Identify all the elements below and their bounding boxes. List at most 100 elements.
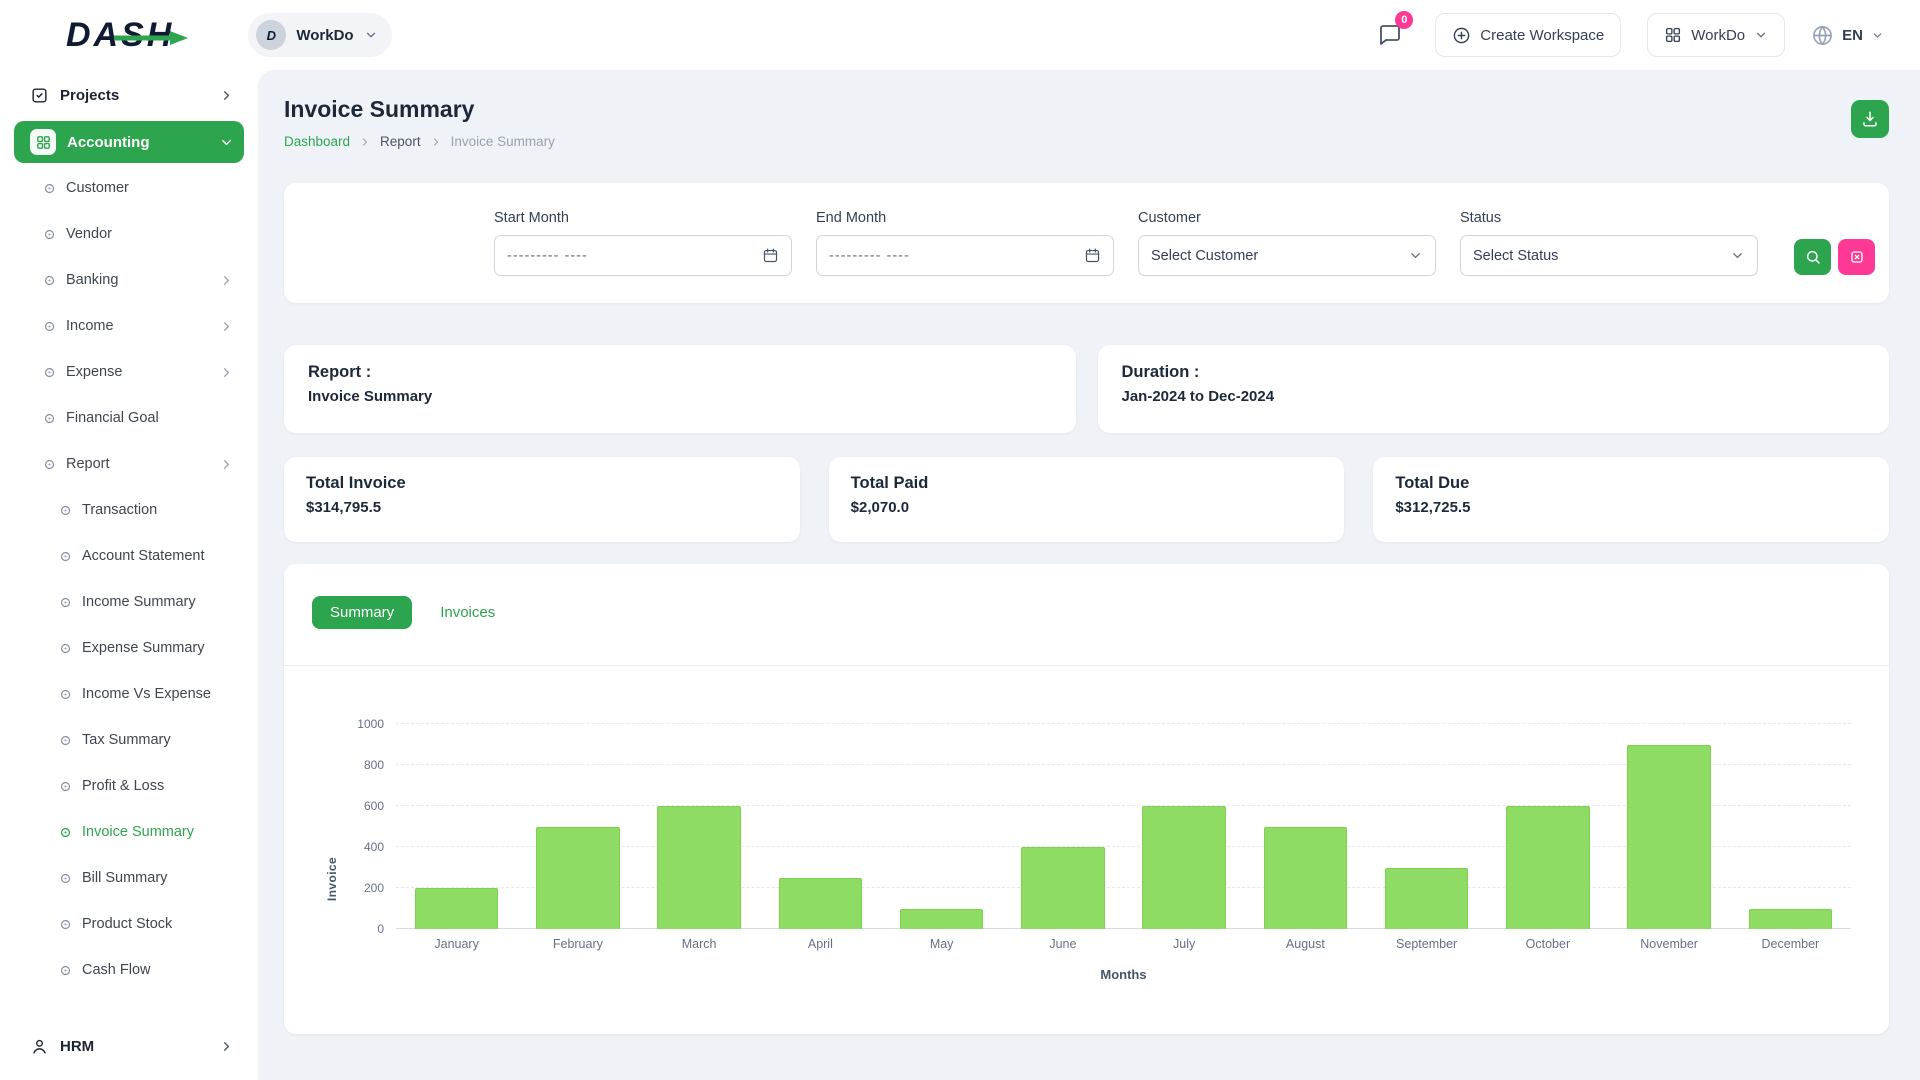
sidebar-item-vendor[interactable]: Vendor: [14, 214, 244, 254]
main-content: Invoice Summary Dashboard Report Invoice S…: [258, 70, 1920, 1080]
create-workspace-label: Create Workspace: [1480, 27, 1604, 44]
bar-january[interactable]: [415, 888, 499, 929]
sidebar-item-account-statement[interactable]: Account Statement: [14, 536, 244, 576]
page-header: Invoice Summary DashboardReportInvoice S…: [284, 96, 1889, 149]
breadcrumb-item-report[interactable]: Report: [380, 134, 421, 149]
sidebar-item-report[interactable]: Report: [14, 444, 244, 484]
chart-column-december: [1730, 724, 1851, 929]
sidebar-item-profit-loss[interactable]: Profit & Loss: [14, 766, 244, 806]
bar-may[interactable]: [900, 909, 984, 930]
sidebar-item-banking[interactable]: Banking: [14, 260, 244, 300]
y-axis-title: Invoice: [325, 857, 339, 901]
start-month-input[interactable]: --------- ----: [494, 235, 792, 276]
circle-dot-icon: [44, 229, 55, 240]
grid-icon: [1664, 26, 1682, 44]
search-button[interactable]: [1794, 239, 1831, 275]
filter-card: Start Month --------- ---- End Month ---…: [284, 183, 1889, 303]
sidebar-item-cash-flow[interactable]: Cash Flow: [14, 950, 244, 990]
sidebar-item-tax-summary[interactable]: Tax Summary: [14, 720, 244, 760]
end-month-input[interactable]: --------- ----: [816, 235, 1114, 276]
x-tick-label: January: [396, 937, 517, 951]
reset-button[interactable]: [1838, 239, 1875, 275]
sidebar-item-bill-summary[interactable]: Bill Summary: [14, 858, 244, 898]
chart-column-may: [881, 724, 1002, 929]
circle-dot-icon: [44, 459, 55, 470]
workspace-avatar: D: [256, 20, 286, 50]
sidebar-item-financial-goal[interactable]: Financial Goal: [14, 398, 244, 438]
messages-button[interactable]: 0: [1371, 16, 1409, 54]
sidebar-item-product-stock[interactable]: Product Stock: [14, 904, 244, 944]
bar-august[interactable]: [1264, 827, 1348, 930]
x-tick-label: February: [517, 937, 638, 951]
circle-dot-icon: [60, 873, 71, 884]
sidebar-item-label: Banking: [66, 272, 118, 288]
chart-column-march: [639, 724, 760, 929]
customer-select[interactable]: Select Customer: [1138, 235, 1436, 276]
sidebar-item-expense[interactable]: Expense: [14, 352, 244, 392]
sidebar-item-label: Income: [66, 318, 114, 334]
workspace-switcher[interactable]: D WorkDo: [248, 13, 391, 57]
sidebar-item-customer[interactable]: Customer: [14, 168, 244, 208]
sidebar-item-label: Expense Summary: [82, 640, 205, 656]
chevron-down-icon: [219, 135, 234, 150]
tab-summary[interactable]: Summary: [312, 596, 412, 629]
bar-june[interactable]: [1021, 847, 1105, 929]
stat-value: $312,725.5: [1395, 499, 1867, 516]
sidebar-item-label: Customer: [66, 180, 129, 196]
sidebar-item-income-vs-expense[interactable]: Income Vs Expense: [14, 674, 244, 714]
stat-label: Total Due: [1395, 474, 1867, 493]
app-logo[interactable]: DASH: [66, 18, 174, 52]
x-tick-label: April: [760, 937, 881, 951]
create-workspace-button[interactable]: Create Workspace: [1435, 13, 1621, 57]
bar-october[interactable]: [1506, 806, 1590, 929]
sidebar-item-income[interactable]: Income: [14, 306, 244, 346]
sidebar-nav: Projects Accounting Customer Vendor Banking I…: [14, 74, 244, 1025]
sidebar-item-invoice-summary[interactable]: Invoice Summary: [14, 812, 244, 852]
y-tick-label: 0: [377, 922, 384, 936]
x-tick-label: September: [1366, 937, 1487, 951]
status-field: Status Select Status: [1460, 210, 1758, 276]
chart-column-september: [1366, 724, 1487, 929]
stat-card-total-invoice: Total Invoice$314,795.5: [284, 457, 800, 542]
breadcrumb-item-dashboard[interactable]: Dashboard: [284, 134, 350, 149]
language-selector[interactable]: EN: [1811, 24, 1884, 47]
sidebar-item-label: Accounting: [67, 134, 150, 151]
bar-december[interactable]: [1749, 909, 1833, 930]
sidebar-item-label: Tax Summary: [82, 732, 171, 748]
bar-march[interactable]: [657, 806, 741, 929]
bar-april[interactable]: [779, 878, 863, 929]
chevron-right-icon: [219, 319, 234, 334]
sidebar-item-transaction[interactable]: Transaction: [14, 490, 244, 530]
page-title: Invoice Summary: [284, 96, 555, 123]
end-month-placeholder: --------- ----: [829, 248, 910, 264]
tab-invoices[interactable]: Invoices: [438, 596, 497, 629]
bar-july[interactable]: [1142, 806, 1226, 929]
sidebar-item-income-summary[interactable]: Income Summary: [14, 582, 244, 622]
app-root: DASH D WorkDo 0: [0, 0, 1920, 1080]
top-header: DASH D WorkDo 0: [0, 0, 1920, 70]
sidebar-item-hrm[interactable]: HRM: [14, 1025, 244, 1067]
download-button[interactable]: [1851, 100, 1889, 138]
breadcrumb-separator-icon: [430, 136, 442, 148]
chart-column-january: [396, 724, 517, 929]
chevron-down-icon: [1871, 29, 1884, 42]
status-select[interactable]: Select Status: [1460, 235, 1758, 276]
circle-dot-icon: [60, 551, 71, 562]
y-tick-label: 800: [364, 758, 384, 772]
sidebar-item-expense-summary[interactable]: Expense Summary: [14, 628, 244, 668]
sidebar-item-accounting[interactable]: Accounting: [14, 121, 244, 163]
bar-september[interactable]: [1385, 868, 1469, 930]
bar-november[interactable]: [1627, 745, 1711, 930]
chevron-right-icon: [219, 273, 234, 288]
workspace-menu-button[interactable]: WorkDo: [1647, 13, 1785, 57]
chart-column-july: [1124, 724, 1245, 929]
bar-february[interactable]: [536, 827, 620, 930]
sidebar-item-label: Report: [66, 456, 110, 472]
sidebar-item-label: Projects: [60, 87, 119, 104]
sidebar-item-label: Expense: [66, 364, 122, 380]
end-month-field: End Month --------- ----: [816, 210, 1114, 276]
start-month-label: Start Month: [494, 210, 792, 226]
sidebar-item-projects[interactable]: Projects: [14, 74, 244, 116]
logo-arrow-icon: [114, 30, 188, 46]
status-label: Status: [1460, 210, 1758, 226]
